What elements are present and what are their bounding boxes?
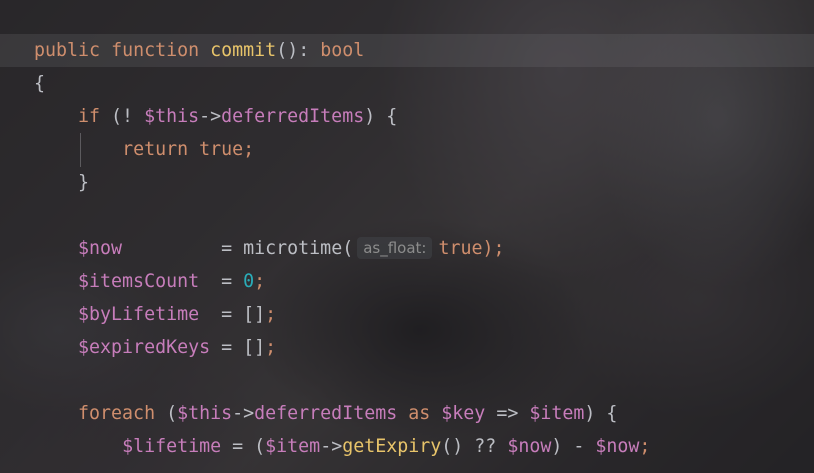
code-token: -> — [320, 436, 343, 457]
code-token: = — [210, 337, 244, 358]
code-line[interactable]: } — [34, 166, 89, 199]
code-token: = ( — [221, 436, 266, 457]
code-token: bool — [320, 40, 365, 61]
code-token: as — [408, 403, 431, 424]
code-line[interactable]: public function commit(): bool — [34, 34, 364, 67]
code-line[interactable]: foreach ($this->deferredItems as $key =>… — [34, 397, 617, 430]
code-token: ); — [482, 238, 505, 259]
code-editor[interactable]: public function commit(): bool { if (! $t… — [0, 0, 814, 473]
code-token: $now — [595, 436, 640, 457]
code-token: true — [199, 139, 244, 160]
code-token: (! — [100, 106, 145, 127]
code-token: } — [34, 172, 90, 193]
code-token: true — [438, 238, 483, 259]
code-token: public — [34, 40, 101, 61]
code-token: function — [111, 40, 200, 61]
code-line[interactable]: if (! $this->deferredItems) { — [34, 100, 397, 133]
code-token: ; — [254, 271, 266, 292]
code-token: $expiredKeys — [78, 337, 211, 358]
code-token: { — [34, 73, 46, 94]
code-token: $item — [265, 436, 321, 457]
code-token: ; — [639, 436, 651, 457]
code-token: $now — [78, 238, 123, 259]
code-token: return — [122, 139, 189, 160]
code-token: deferredItems — [221, 106, 365, 127]
code-token: ( — [342, 238, 354, 259]
code-token: () ?? — [441, 436, 508, 457]
code-token: $lifetime — [122, 436, 222, 457]
code-token: = — [199, 304, 244, 325]
code-token: [] — [243, 337, 266, 358]
code-token: -> — [232, 403, 255, 424]
code-token: $this — [144, 106, 200, 127]
code-token: $this — [177, 403, 233, 424]
code-token: -> — [199, 106, 222, 127]
parameter-hint: as_float: — [357, 237, 433, 259]
code-token: 0 — [243, 271, 255, 292]
code-token: ( — [155, 403, 178, 424]
code-line[interactable]: $now = microtime(as_float: true); — [34, 232, 505, 265]
code-line[interactable]: $lifetime = ($item->getExpiry() ?? $now)… — [34, 430, 650, 463]
code-token: (): — [276, 40, 321, 61]
code-token: $key — [441, 403, 486, 424]
code-line[interactable]: $itemsCount = 0; — [34, 265, 265, 298]
code-line[interactable]: $byLifetime = []; — [34, 298, 276, 331]
code-token: ; — [243, 139, 255, 160]
code-line[interactable]: $expiredKeys = []; — [34, 331, 276, 364]
code-token: ; — [265, 337, 277, 358]
code-line[interactable]: return true; — [34, 133, 254, 166]
code-token: [] — [243, 304, 266, 325]
code-token: ; — [265, 304, 277, 325]
code-token: $now — [507, 436, 552, 457]
code-token: ) { — [364, 106, 398, 127]
code-token: getExpiry — [342, 436, 442, 457]
code-token: foreach — [78, 403, 156, 424]
code-token: if — [78, 106, 101, 127]
code-line[interactable]: { — [34, 67, 45, 100]
code-token: ) { — [584, 403, 618, 424]
code-token: $itemsCount — [78, 271, 200, 292]
code-token: $item — [529, 403, 585, 424]
code-token: commit — [210, 40, 277, 61]
code-token: = — [122, 238, 244, 259]
code-token: = — [199, 271, 244, 292]
code-token: => — [485, 403, 530, 424]
code-token: $byLifetime — [78, 304, 200, 325]
code-token: deferredItems — [254, 403, 398, 424]
code-token: microtime — [243, 238, 343, 259]
code-token: ) - — [551, 436, 596, 457]
